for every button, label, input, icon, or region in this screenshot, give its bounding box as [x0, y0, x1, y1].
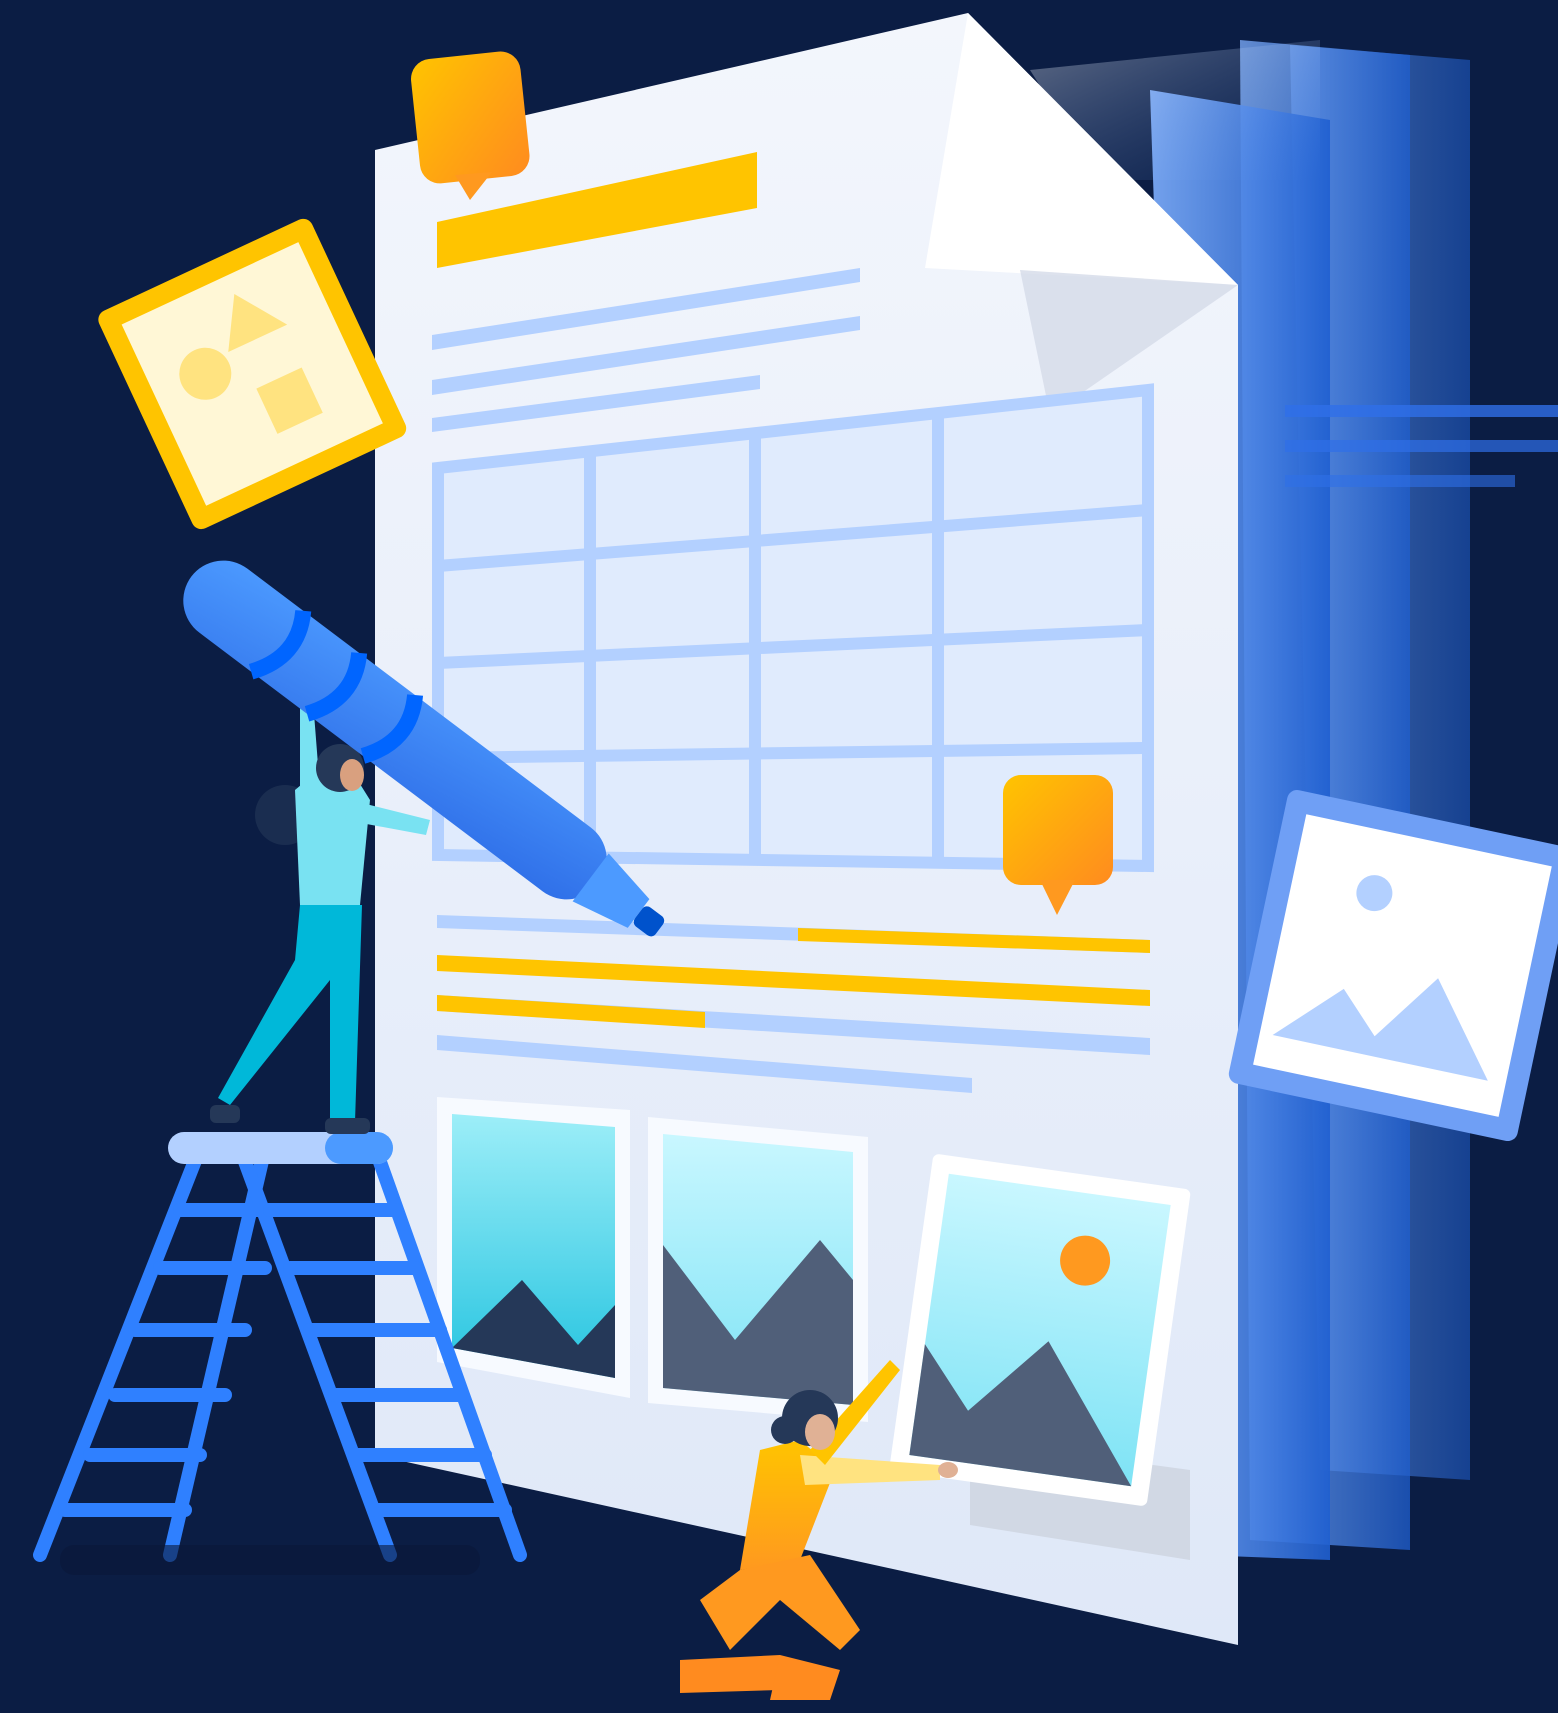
image-tile-3 — [889, 1154, 1191, 1506]
image-tile-2 — [648, 1117, 868, 1422]
document-illustration — [33, 13, 1558, 1700]
floor-shadow — [60, 1545, 480, 1575]
shapes-card-icon — [98, 218, 407, 530]
image-tile-1 — [437, 1097, 630, 1398]
